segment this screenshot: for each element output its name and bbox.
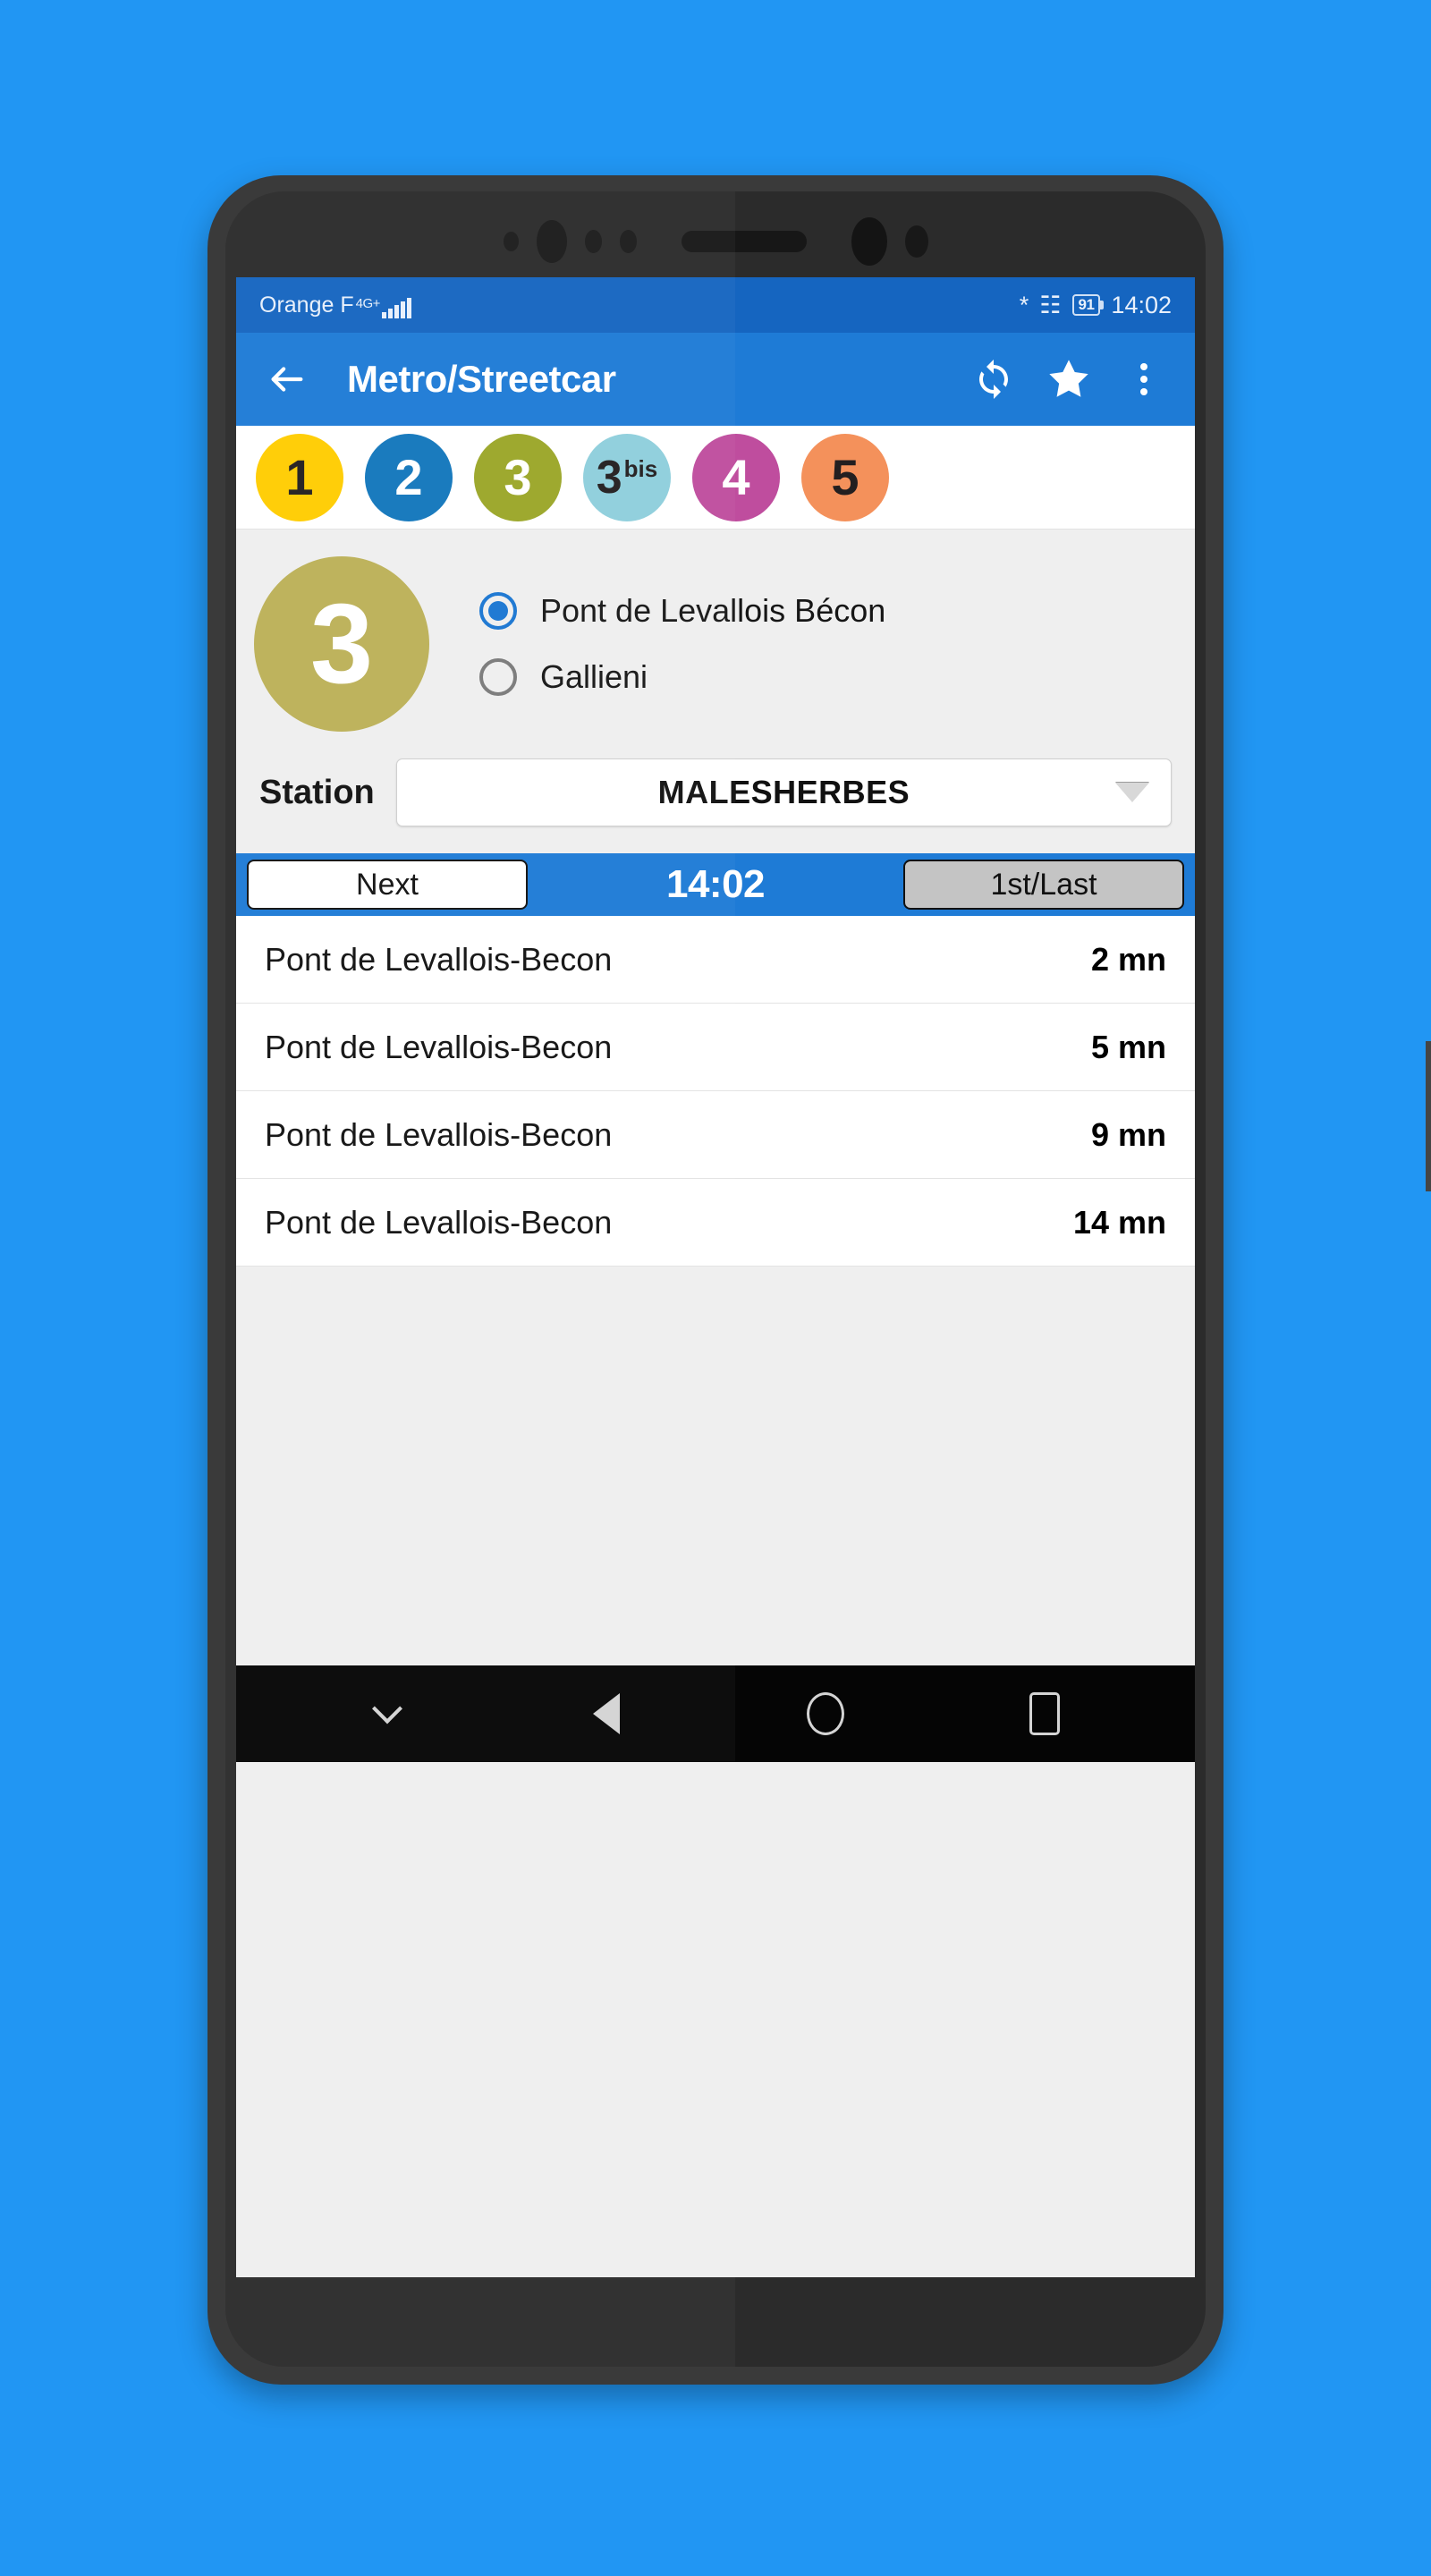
tab-next[interactable]: Next [247,860,528,910]
radio-button-selected-icon[interactable] [479,592,517,630]
led-indicator-icon [904,225,928,258]
departure-eta: 2 mn [1090,940,1166,978]
overflow-menu-icon[interactable] [1118,353,1170,405]
selfie-camera-icon [851,217,887,266]
wallpaper: Orange F 4G+ * ☷ 91 14:02 Metro/Streetca… [0,0,1431,2576]
station-label: Station [259,773,375,811]
selected-line-label: 3 [309,580,374,707]
network-type-label: 4G+ [355,295,381,311]
light-sensor-icon [584,230,602,253]
direction-option-1[interactable]: Pont de Levallois Bécon [479,592,885,630]
departure-destination: Pont de Levallois-Becon [265,940,613,978]
dropdown-caret-icon [1115,783,1149,802]
departure-destination: Pont de Levallois-Becon [265,1203,613,1241]
vibrate-icon: ☷ [1039,291,1062,318]
direction-section: 3 Pont de Levallois Bécon Gallieni [236,530,1195,748]
app-bar: Metro/Streetcar [236,333,1195,426]
departure-destination: Pont de Levallois-Becon [265,1028,613,1065]
table-row[interactable]: Pont de Levallois-Becon 5 mn [236,1004,1195,1091]
empty-list-area [236,1267,1195,1665]
earpiece-speaker-icon [681,231,807,252]
line-chip-label: 2 [394,448,423,505]
direction-label: Gallieni [540,658,648,695]
departures-list: Pont de Levallois-Becon 2 mn Pont de Lev… [236,916,1195,1665]
tab-first-last[interactable]: 1st/Last [903,860,1184,910]
nav-recents-icon[interactable] [1019,1688,1071,1740]
status-bar-clock: 14:02 [1111,291,1172,318]
proximity-sensor-icon [503,232,519,251]
line-chip-2[interactable]: 2 [365,433,453,521]
power-button[interactable] [1426,1041,1431,1191]
departure-destination: Pont de Levallois-Becon [265,1115,613,1153]
line-chip-5[interactable]: 5 [801,433,889,521]
line-chip-1[interactable]: 1 [256,433,343,521]
front-camera-icon [536,220,567,263]
page-title: Metro/Streetcar [347,358,616,400]
direction-option-2[interactable]: Gallieni [479,658,885,696]
back-arrow-icon[interactable] [261,353,313,405]
departure-eta: 9 mn [1090,1115,1166,1153]
line-chip-4[interactable]: 4 [692,433,780,521]
station-value: MALESHERBES [657,774,910,810]
station-dropdown[interactable]: MALESHERBES [395,758,1172,826]
table-row[interactable]: Pont de Levallois-Becon 9 mn [236,1091,1195,1179]
line-chip-label: 4 [722,448,750,505]
direction-radio-group[interactable]: Pont de Levallois Bécon Gallieni [479,592,885,696]
nav-home-icon[interactable] [800,1688,851,1740]
battery-icon: 91 [1071,294,1101,316]
line-chip-label: 3 [504,448,532,505]
radio-button-icon[interactable] [479,658,517,696]
sync-icon[interactable] [968,353,1020,405]
star-icon[interactable] [1043,353,1095,405]
direction-label: Pont de Levallois Bécon [540,592,886,629]
line-chip-3[interactable]: 3 [474,433,562,521]
station-row: Station MALESHERBES [236,748,1195,853]
line-chip-3bis[interactable]: 3 bis [583,433,671,521]
line-chip-label: 5 [831,448,859,505]
ir-sensor-icon [619,230,637,253]
chevron-down-icon[interactable] [361,1688,413,1740]
nav-back-icon[interactable] [580,1688,632,1740]
carrier-name: Orange F [259,292,354,318]
bluetooth-icon: * [1019,291,1029,318]
selected-line-badge: 3 [254,556,429,732]
phone-screen: Orange F 4G+ * ☷ 91 14:02 Metro/Streetca… [236,277,1195,2277]
line-chip-suffix: bis [623,454,658,482]
status-bar: Orange F 4G+ * ☷ 91 14:02 [236,277,1195,333]
schedule-mode-tabs: Next 14:02 1st/Last [236,853,1195,916]
status-bar-right: * ☷ 91 14:02 [1020,292,1172,319]
line-chip-label: 3 [596,451,622,504]
carrier-indicator: Orange F 4G+ [259,292,411,318]
line-chip-label: 1 [285,448,314,505]
table-row[interactable]: Pont de Levallois-Becon 14 mn [236,1179,1195,1267]
current-time: 14:02 [665,862,766,906]
departure-eta: 5 mn [1090,1028,1166,1065]
signal-bars-icon [381,297,411,318]
departure-eta: 14 mn [1072,1203,1166,1241]
line-selector-strip[interactable]: 1 2 3 3 bis 4 5 [236,426,1195,530]
android-nav-bar [236,1665,1195,1762]
table-row[interactable]: Pont de Levallois-Becon 2 mn [236,916,1195,1004]
